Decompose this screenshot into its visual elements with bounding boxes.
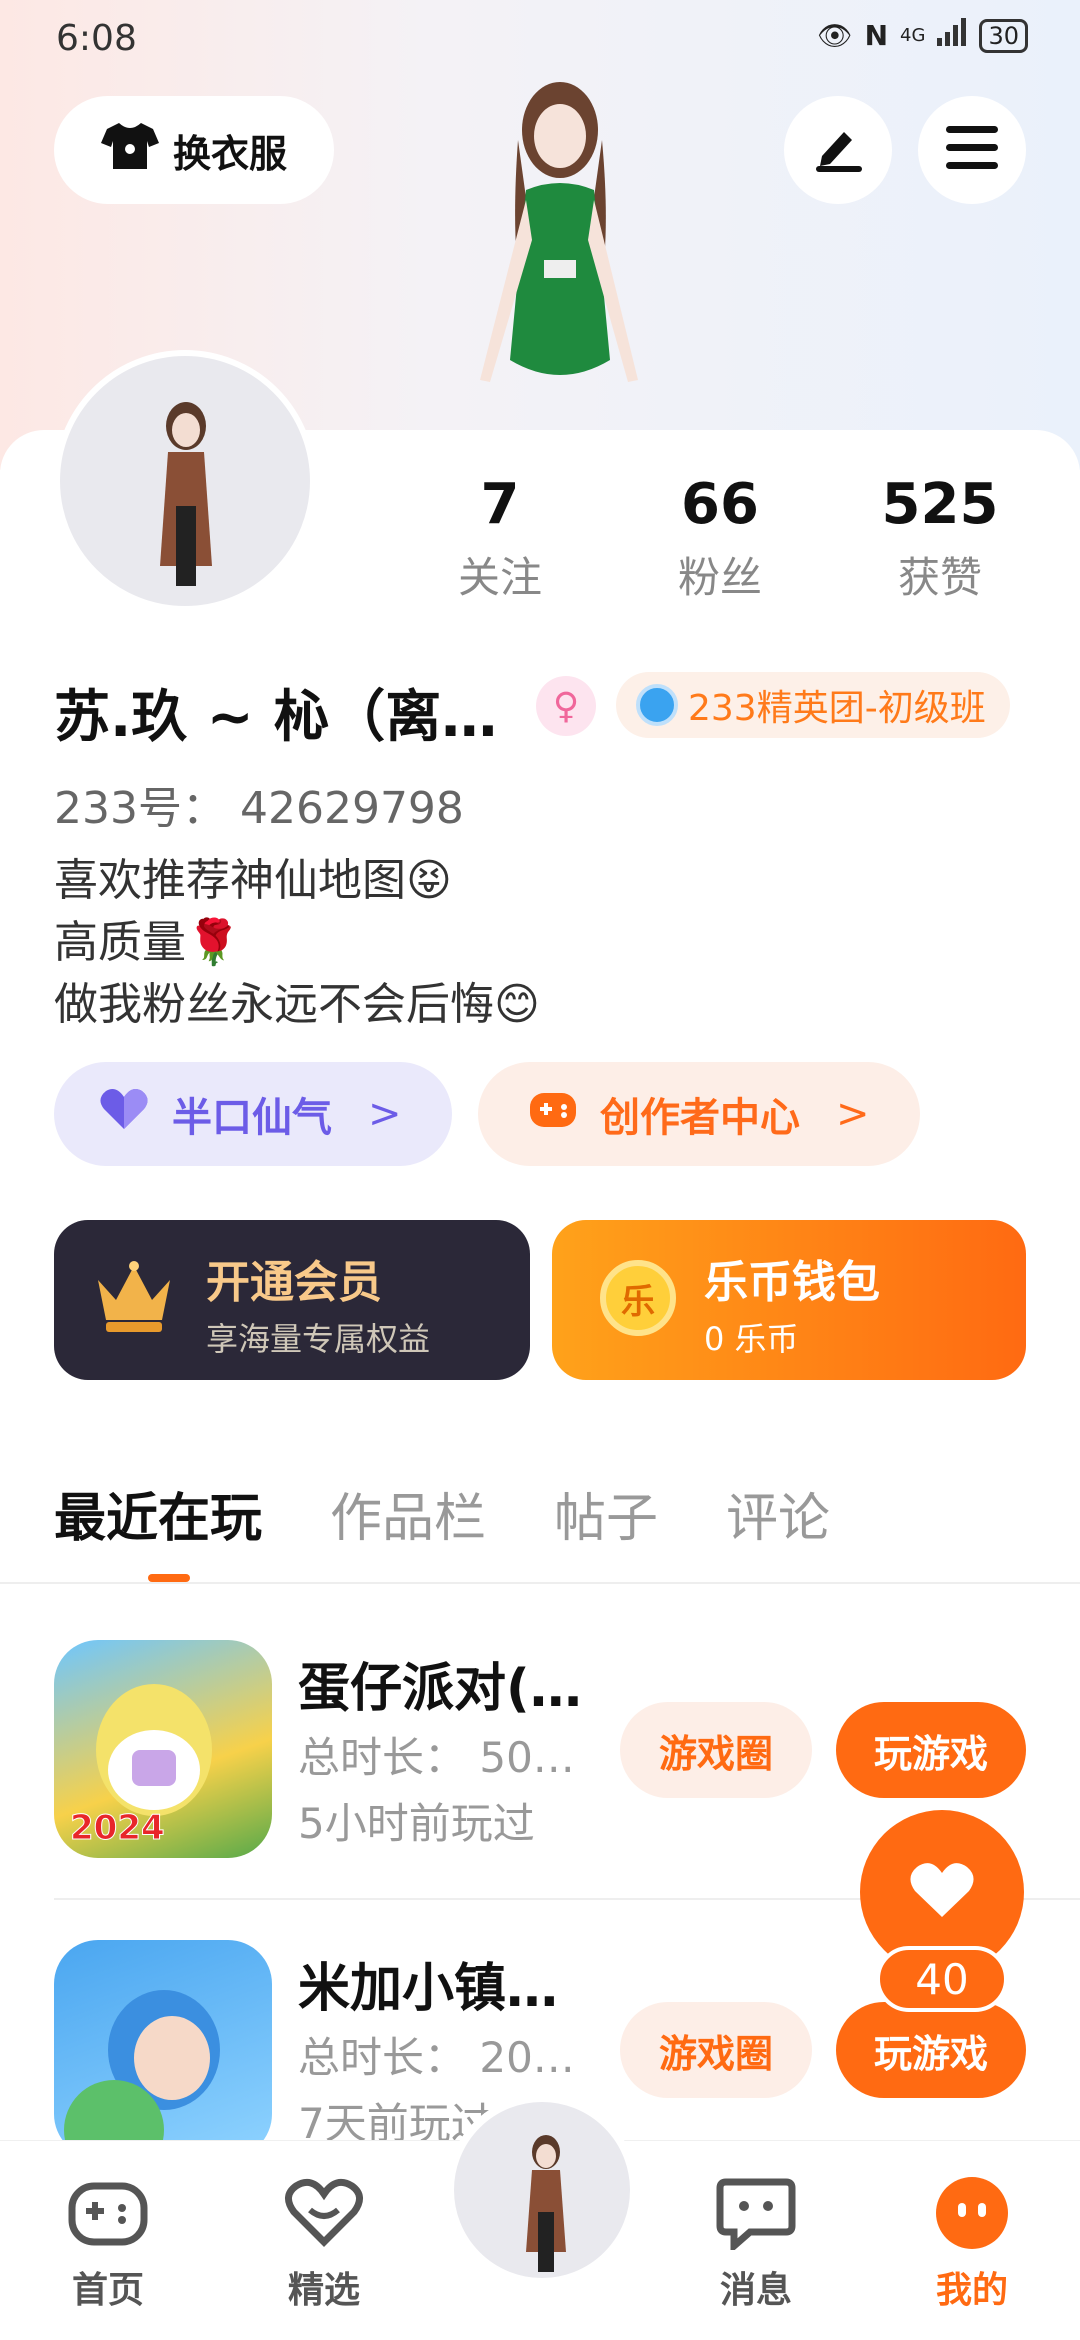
- vip-title: 开通会员: [206, 1257, 382, 1308]
- immortal-energy-chip[interactable]: 半口仙气 >: [54, 1062, 452, 1166]
- game-icon-miga-town: [54, 1940, 272, 2140]
- status-time: 6:08: [56, 18, 137, 59]
- badge-medal-icon: [636, 684, 678, 726]
- stat-value: 525: [881, 472, 999, 537]
- game-title: 米加小镇…: [298, 1959, 559, 2019]
- nav-label: 消息: [719, 2270, 792, 2311]
- chip-label: 创作者中心: [600, 1095, 800, 1141]
- stat-label: 获赞: [897, 553, 982, 602]
- chip-label: 半口仙气: [172, 1095, 332, 1141]
- nav-avatar-button[interactable]: [446, 2094, 638, 2286]
- avatar-character-figure[interactable]: [440, 70, 680, 450]
- chat-bubble-icon: [714, 2171, 798, 2255]
- nfc-icon: N: [864, 19, 889, 52]
- profile-face-icon: [930, 2171, 1014, 2255]
- profile-name: 苏.玖 ~ 杺（离…: [54, 685, 498, 750]
- tabs-divider: [0, 1582, 1080, 1584]
- game-last-played: 5小时前玩过: [298, 1799, 535, 1848]
- network-label: 4G: [900, 25, 926, 46]
- group-badge-label: 233精英团-初级班: [688, 688, 986, 729]
- profile-bio: 喜欢推荐神仙地图😝 高质量🌹 做我粉丝永远不会后悔😊: [54, 850, 540, 1036]
- status-icons: 👁 N 4G 30: [817, 18, 1028, 53]
- bio-line: 高质量🌹: [54, 917, 241, 968]
- game-circle-button[interactable]: 游戏圈: [620, 2002, 812, 2098]
- nav-featured[interactable]: 精选: [254, 2171, 394, 2313]
- coin-char: 乐: [621, 1281, 655, 1322]
- tab-works[interactable]: 作品栏: [330, 1476, 486, 1551]
- nav-label: 首页: [71, 2270, 144, 2311]
- female-gender-icon: ♀: [536, 676, 596, 736]
- dress-up-label: 换衣服: [172, 131, 287, 176]
- game-icon-eggy-party: 2024: [54, 1640, 272, 1858]
- play-game-button[interactable]: 玩游戏: [836, 1702, 1026, 1798]
- profile-stats: 7 关注 66 粉丝 525 获赞: [400, 470, 1040, 605]
- stat-label: 关注: [457, 553, 542, 602]
- signal-icon: [937, 18, 967, 53]
- content-tabs: 最近在玩 作品栏 帖子 评论: [54, 1476, 830, 1551]
- nav-label: 我的: [935, 2270, 1008, 2311]
- heart-outline-icon: [282, 2171, 366, 2255]
- year-badge: 2024: [70, 1808, 166, 1849]
- eye-icon: 👁: [817, 19, 853, 52]
- edit-button[interactable]: [784, 96, 892, 204]
- shirt-icon: [100, 121, 159, 180]
- avatar[interactable]: [54, 350, 316, 612]
- bio-line: 喜欢推荐神仙地图😝: [54, 855, 452, 906]
- stat-following[interactable]: 7 关注: [400, 470, 600, 605]
- wallet-card[interactable]: 乐 乐币钱包 0 乐币: [552, 1220, 1026, 1380]
- coin-icon: 乐: [600, 1260, 676, 1336]
- heart-icon: [909, 1861, 975, 1923]
- active-tab-indicator: [148, 1574, 190, 1582]
- stat-label: 粉丝: [677, 553, 762, 602]
- creator-center-chip[interactable]: 创作者中心 >: [478, 1062, 920, 1166]
- gamepad-icon: [528, 1087, 578, 1141]
- game-duration: 总时长： 50…: [298, 1733, 575, 1782]
- chevron-right-icon: >: [368, 1091, 402, 1137]
- play-game-button[interactable]: 玩游戏: [836, 2002, 1026, 2098]
- game-title: 蛋仔派对(…: [298, 1659, 582, 1719]
- game-duration: 总时长： 20…: [298, 2033, 575, 2082]
- vip-subtitle: 享海量专属权益: [206, 1320, 431, 1358]
- chevron-right-icon: >: [836, 1091, 870, 1137]
- dress-up-button[interactable]: 换衣服: [54, 96, 334, 204]
- stat-fans[interactable]: 66 粉丝: [620, 470, 820, 605]
- user-id: 233号： 42629798: [54, 783, 464, 834]
- pencil-icon: [810, 122, 866, 178]
- status-bar: 6:08 👁 N 4G 30: [0, 0, 1080, 80]
- tab-recently-played[interactable]: 最近在玩: [54, 1476, 262, 1551]
- wallet-balance: 0 乐币: [704, 1320, 799, 1358]
- stat-value: 66: [681, 472, 759, 537]
- bio-line: 做我粉丝永远不会后悔😊: [54, 979, 540, 1030]
- stat-likes[interactable]: 525 获赞: [840, 470, 1040, 605]
- vip-membership-card[interactable]: 开通会员 享海量专属权益: [54, 1220, 530, 1380]
- gamepad-icon: [66, 2171, 150, 2255]
- stat-value: 7: [480, 472, 520, 537]
- hamburger-menu-icon: [946, 126, 998, 174]
- game-circle-button[interactable]: 游戏圈: [620, 1702, 812, 1798]
- crown-icon: [92, 1260, 176, 1340]
- menu-button[interactable]: [918, 96, 1026, 204]
- group-badge[interactable]: 233精英团-初级班: [616, 672, 1010, 738]
- like-count: 40: [876, 1946, 1008, 2012]
- nav-messages[interactable]: 消息: [686, 2171, 826, 2313]
- heart-icon: [98, 1087, 150, 1141]
- tab-comments[interactable]: 评论: [726, 1476, 830, 1551]
- wallet-title: 乐币钱包: [704, 1257, 880, 1308]
- nav-home[interactable]: 首页: [38, 2171, 178, 2313]
- nav-label: 精选: [287, 2270, 360, 2311]
- nav-me[interactable]: 我的: [902, 2171, 1042, 2313]
- tab-posts[interactable]: 帖子: [554, 1476, 658, 1551]
- battery-indicator: 30: [979, 18, 1028, 53]
